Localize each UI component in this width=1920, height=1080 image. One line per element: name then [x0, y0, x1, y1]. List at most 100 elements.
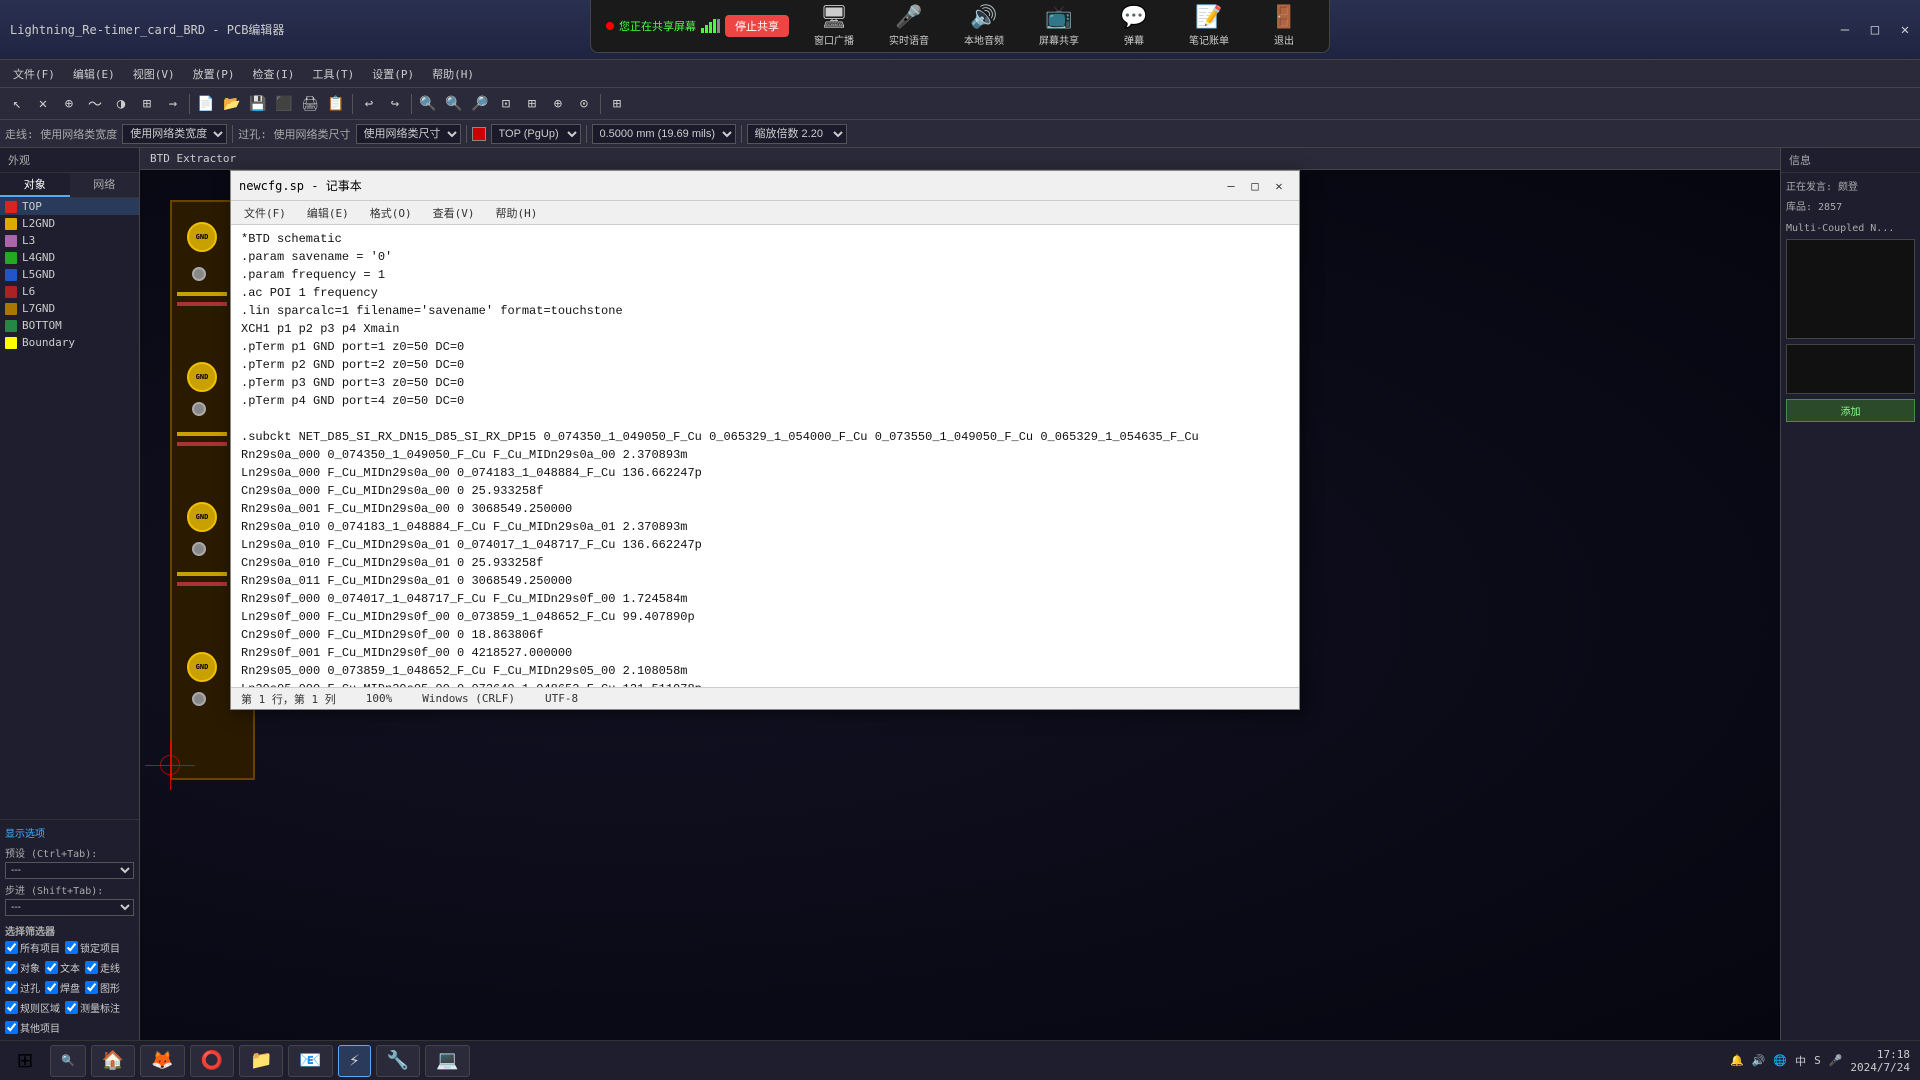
layer-item-bottom[interactable]: BOTTOM	[0, 317, 139, 334]
layer-tool[interactable]: ⊞	[135, 92, 159, 116]
menu-tools[interactable]: 工具(T)	[304, 64, 362, 84]
minimize-button[interactable]: —	[1830, 15, 1860, 45]
live-audio-btn[interactable]: 🎤 实时语音	[879, 5, 939, 47]
new-file[interactable]: 📄	[194, 92, 218, 116]
taskbar-app-2[interactable]: 🦊	[140, 1045, 184, 1077]
notepad-minimize[interactable]: —	[1219, 175, 1243, 197]
screen-label: 屏幕共享	[1039, 32, 1079, 47]
print[interactable]: 🖨	[298, 92, 322, 116]
filter-via-check[interactable]	[5, 981, 18, 994]
filter-dimension: 测量标注	[65, 1000, 120, 1015]
line-width-select[interactable]: 0.5000 mm (19.69 mils)	[592, 124, 736, 144]
track-width-select[interactable]: 使用网络类宽度	[122, 124, 227, 144]
window-broadcast-btn[interactable]: 🖥 窗口广播	[804, 5, 864, 47]
filter-all-check[interactable]	[5, 941, 18, 954]
exit-btn[interactable]: 🚪 退出	[1254, 5, 1314, 47]
filter-objects-label: 对象	[20, 960, 40, 975]
notepad-menu-file[interactable]: 文件(F)	[236, 203, 294, 223]
layer-item-l7gnd[interactable]: L7GND	[0, 300, 139, 317]
taskbar-app-8[interactable]: 💻	[425, 1045, 469, 1077]
step-select[interactable]: ---	[5, 899, 134, 916]
menu-settings[interactable]: 设置(P)	[364, 64, 422, 84]
menu-place[interactable]: 放置(P)	[185, 64, 243, 84]
zoom-select[interactable]: 缩放倍数 2.20	[747, 124, 847, 144]
notepad-menu-help[interactable]: 帮助(H)	[488, 203, 546, 223]
select-tool[interactable]: ↖	[5, 92, 29, 116]
taskbar-search[interactable]: 🔍	[50, 1045, 86, 1077]
taskbar-app-7[interactable]: 🔧	[376, 1045, 420, 1077]
notepad-content[interactable]: *BTD schematic .param savename = '0' .pa…	[231, 225, 1299, 687]
tab-nets[interactable]: 网络	[70, 173, 140, 197]
taskbar-app-pcb[interactable]: ⚡	[338, 1045, 371, 1077]
clear-tool[interactable]: ✕	[31, 92, 55, 116]
window-controls: — □ ✕	[1830, 15, 1920, 45]
via-size-select[interactable]: 使用网络类尺寸	[356, 124, 461, 144]
layer-item-l2gnd[interactable]: L2GND	[0, 215, 139, 232]
notepad-menu-edit[interactable]: 编辑(E)	[299, 203, 357, 223]
taskbar-app-3[interactable]: ⭕	[190, 1045, 234, 1077]
tab-objects[interactable]: 对象	[0, 173, 70, 197]
filter-other-check[interactable]	[5, 1021, 18, 1034]
print2[interactable]: 📋	[324, 92, 348, 116]
close-button[interactable]: ✕	[1890, 15, 1920, 45]
snap-tool[interactable]: ⊕	[57, 92, 81, 116]
filter-objects-check[interactable]	[5, 961, 18, 974]
filter-track-check[interactable]	[85, 961, 98, 974]
start-button[interactable]: ⊞	[5, 1045, 45, 1077]
layer-item-l6[interactable]: L6	[0, 283, 139, 300]
menu-file[interactable]: 文件(F)	[5, 64, 63, 84]
notepad-menu-view[interactable]: 查看(V)	[425, 203, 483, 223]
bullet-btn[interactable]: 💬 弹幕	[1104, 5, 1164, 47]
pcb-canvas[interactable]: BTD Extractor GND GND GND GND	[140, 148, 1780, 1040]
notepad-maximize[interactable]: □	[1243, 175, 1267, 197]
local-audio-btn[interactable]: 🔊 本地音频	[954, 5, 1014, 47]
filter-shape-check[interactable]	[85, 981, 98, 994]
zoom-in-3d[interactable]: 🔍	[442, 92, 466, 116]
arc-tool[interactable]: ◑	[109, 92, 133, 116]
track-tool[interactable]: 〜	[83, 92, 107, 116]
zoom-in[interactable]: ⊕	[546, 92, 570, 116]
menu-view[interactable]: 视图(V)	[125, 64, 183, 84]
undo[interactable]: ↩	[357, 92, 381, 116]
taskbar-app-1[interactable]: 🏠	[91, 1045, 135, 1077]
filter-locked-check[interactable]	[65, 941, 78, 954]
add-button[interactable]: 添加	[1786, 399, 1915, 422]
taskbar-app-4[interactable]: 📁	[239, 1045, 283, 1077]
layer-item-l3[interactable]: L3	[0, 232, 139, 249]
menu-edit[interactable]: 编辑(E)	[65, 64, 123, 84]
stop-share-button[interactable]: 停止共享	[725, 15, 789, 37]
zoom-area[interactable]: ⊙	[572, 92, 596, 116]
menu-inspect[interactable]: 检查(I)	[245, 64, 303, 84]
layer-item-l5gnd[interactable]: L5GND	[0, 266, 139, 283]
redo[interactable]: ↪	[383, 92, 407, 116]
filter-dimension-check[interactable]	[65, 1001, 78, 1014]
notepad-close[interactable]: ✕	[1267, 175, 1291, 197]
display-options-link[interactable]: 显示选项	[5, 825, 134, 840]
zoom-fit-2[interactable]: ⊞	[520, 92, 544, 116]
step-label: 步进 (Shift+Tab):	[5, 882, 134, 897]
filter-rule-area-check[interactable]	[5, 1001, 18, 1014]
via-2	[192, 402, 206, 416]
pcb-tool[interactable]: ⬛	[272, 92, 296, 116]
maximize-button[interactable]: □	[1860, 15, 1890, 45]
zoom-out[interactable]: 🔎	[468, 92, 492, 116]
arrow-tool[interactable]: →	[161, 92, 185, 116]
search[interactable]: 🔍	[416, 92, 440, 116]
save-file[interactable]: 💾	[246, 92, 270, 116]
taskbar-app-5[interactable]: 📧	[288, 1045, 332, 1077]
grid-tool[interactable]: ⊞	[605, 92, 629, 116]
layer-item-top[interactable]: TOP	[0, 198, 139, 215]
bullet-icon: 💬	[1120, 5, 1147, 30]
preset-select[interactable]: ---	[5, 862, 134, 879]
filter-pad-check[interactable]	[45, 981, 58, 994]
layer-select[interactable]: TOP (PgUp)	[491, 124, 581, 144]
notepad-menu-format[interactable]: 格式(O)	[362, 203, 420, 223]
layer-item-l4gnd[interactable]: L4GND	[0, 249, 139, 266]
screen-share-btn[interactable]: 📺 屏幕共享	[1029, 5, 1089, 47]
zoom-fit[interactable]: ⊡	[494, 92, 518, 116]
filter-text-check[interactable]	[45, 961, 58, 974]
notes-btn[interactable]: 📝 笔记账单	[1179, 5, 1239, 47]
open-file[interactable]: 📂	[220, 92, 244, 116]
layer-item-boundary[interactable]: Boundary	[0, 334, 139, 351]
menu-help[interactable]: 帮助(H)	[424, 64, 482, 84]
